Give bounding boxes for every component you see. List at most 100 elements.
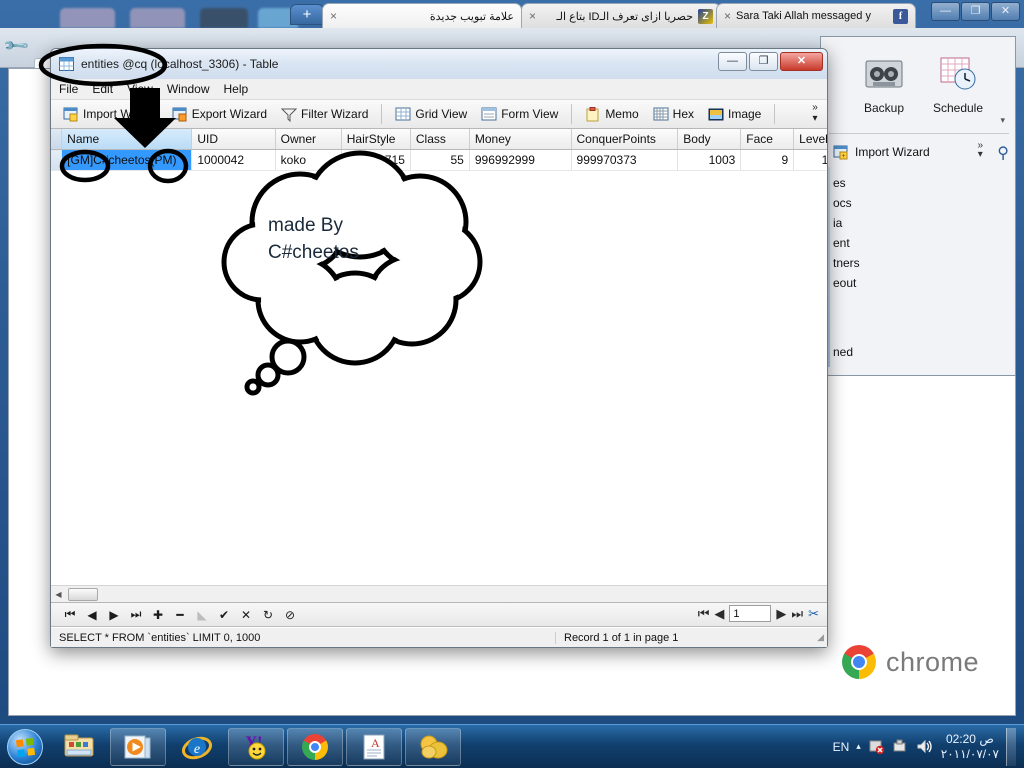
clock[interactable]: 02:20 ص ٢٠١١/٠٧/٠٧	[941, 732, 999, 762]
action-center-icon[interactable]	[892, 739, 909, 754]
column-header-conquerpoints[interactable]: ConquerPoints	[571, 129, 679, 150]
list-item[interactable]: tners	[833, 253, 953, 273]
cell-face[interactable]: 9	[740, 149, 795, 171]
grid-view-button[interactable]: Grid View	[389, 105, 473, 124]
scrollbar-track[interactable]	[98, 588, 827, 601]
menu-edit[interactable]: Edit	[92, 82, 113, 96]
filter-wizard-button[interactable]: Filter Wizard	[275, 105, 374, 124]
taskbar-item-yahoo-messenger[interactable]: Y!	[228, 727, 284, 766]
taskbar-item-document[interactable]: A	[346, 727, 402, 766]
language-indicator[interactable]: EN	[833, 740, 850, 754]
menu-view[interactable]: View	[127, 82, 153, 96]
tab-close-icon[interactable]: ×	[529, 9, 536, 23]
table-close-button[interactable]: ✕	[780, 52, 823, 71]
cell-hairstyle[interactable]: 715	[341, 149, 411, 171]
page-number-input[interactable]: 1	[729, 605, 772, 622]
add-record-button[interactable]: ✚	[147, 608, 169, 622]
memo-button[interactable]: Memo	[579, 105, 644, 124]
column-header-money[interactable]: Money	[469, 129, 572, 150]
column-header-body[interactable]: Body	[677, 129, 742, 150]
search-icon[interactable]: ⚲	[997, 143, 1009, 163]
table-window-title: entities @cq (localhost_3306) - Table	[81, 57, 279, 71]
data-grid[interactable]: Name UID Owner HairStyle Class Money Con…	[51, 129, 827, 603]
cell-conquerpoints[interactable]: 999970373	[571, 149, 679, 171]
tab-close-icon[interactable]: ×	[724, 9, 731, 23]
network-error-icon[interactable]	[868, 739, 885, 754]
last-record-button[interactable]: ⏭	[125, 607, 147, 622]
toolbar-overflow-button[interactable]: » ▾	[808, 102, 822, 124]
browser-tab-facebook-message[interactable]: × Sara Taki Allah messaged y f	[716, 3, 916, 28]
confirm-button[interactable]: ✔	[213, 608, 235, 622]
schedule-button[interactable]: Schedule	[929, 55, 987, 115]
menu-file[interactable]: File	[59, 82, 78, 96]
ribbon-collapse-chevron-icon[interactable]: ▾	[1000, 115, 1005, 126]
hex-button[interactable]: Hex	[647, 105, 700, 124]
table-restore-button[interactable]: ❐	[749, 52, 778, 71]
cell-uid[interactable]: 1000042	[191, 149, 276, 171]
cell-level[interactable]: 14	[793, 149, 827, 171]
browser-close-button[interactable]: ✕	[991, 2, 1020, 21]
refresh-button[interactable]: ↻	[257, 608, 279, 622]
horizontal-scrollbar[interactable]: ◀	[51, 585, 827, 602]
column-header-face[interactable]: Face	[740, 129, 795, 150]
export-wizard-button[interactable]: Export Wizard	[166, 105, 273, 124]
list-item[interactable]: eout	[833, 273, 953, 293]
wrench-icon[interactable]: 🔧	[2, 31, 31, 60]
next-page-button[interactable]: ▶	[776, 606, 786, 622]
column-header-level[interactable]: Level	[793, 129, 827, 150]
first-record-button[interactable]: ⏮	[59, 607, 81, 622]
tab-close-icon[interactable]: ×	[330, 9, 337, 23]
taskbar-item-navicat[interactable]	[405, 727, 461, 766]
column-header-owner[interactable]: Owner	[275, 129, 342, 150]
new-tab-button[interactable]: +	[290, 4, 324, 25]
first-page-button[interactable]: ⏮	[698, 606, 710, 622]
list-item[interactable]: es	[833, 173, 953, 193]
list-item[interactable]: ia	[833, 213, 953, 233]
cell-name[interactable]: [GM]C#cheetos(PM)	[61, 149, 193, 171]
show-desktop-button[interactable]	[1006, 727, 1016, 766]
browser-minimize-button[interactable]: —	[931, 2, 960, 21]
scrollbar-thumb[interactable]	[68, 587, 98, 601]
row-marker-cell[interactable]	[51, 149, 63, 171]
table-row[interactable]: [GM]C#cheetos(PM) 1000042 koko 715 55 99…	[51, 149, 827, 171]
volume-icon[interactable]	[916, 739, 934, 754]
cancel-button[interactable]: ✕	[235, 608, 257, 622]
cell-class[interactable]: 55	[410, 149, 470, 171]
resize-grip-icon[interactable]: ◢	[813, 632, 827, 643]
taskbar-item-chrome[interactable]	[287, 727, 343, 766]
column-header-name[interactable]: Name	[61, 129, 193, 150]
taskbar-item-media-player[interactable]	[110, 727, 166, 766]
start-button[interactable]	[2, 727, 48, 767]
tools-icon[interactable]: ✂	[808, 606, 819, 622]
list-item[interactable]: ent	[833, 233, 953, 253]
backup-button[interactable]: Backup	[855, 55, 913, 115]
previous-page-button[interactable]: ◀	[714, 606, 724, 622]
cell-body[interactable]: 1003	[677, 149, 742, 171]
stop-button[interactable]: ⊘	[279, 608, 301, 622]
image-button[interactable]: Image	[702, 105, 767, 124]
toolbar-overflow-button[interactable]: » ▾	[977, 141, 983, 160]
menu-window[interactable]: Window	[167, 82, 210, 96]
column-header-uid[interactable]: UID	[191, 129, 276, 150]
tray-expand-chevron-icon[interactable]: ▴	[856, 741, 861, 752]
column-header-class[interactable]: Class	[410, 129, 470, 150]
scroll-left-arrow-icon[interactable]: ◀	[51, 590, 66, 599]
delete-record-button[interactable]: ━	[169, 608, 191, 622]
taskbar-item-explorer[interactable]	[51, 728, 107, 766]
form-view-button[interactable]: Form View	[475, 105, 564, 124]
previous-record-button[interactable]: ◀	[81, 608, 103, 622]
browser-tab-new-tab[interactable]: علامة تبويب جديدة ×	[322, 3, 522, 28]
browser-tab-arabic-id-guide[interactable]: Z حصريا ازاى تعرف الـID بتاع الـ ×	[521, 3, 721, 28]
cell-money[interactable]: 996992999	[469, 149, 572, 171]
taskbar-item-internet-explorer[interactable]: e	[169, 728, 225, 766]
next-record-button[interactable]: ▶	[103, 608, 125, 622]
import-wizard-icon: +	[833, 145, 848, 160]
column-header-hairstyle[interactable]: HairStyle	[341, 129, 411, 150]
list-item[interactable]: ocs	[833, 193, 953, 213]
browser-maximize-button[interactable]: ❐	[961, 2, 990, 21]
import-wizard-button[interactable]: Import Wizard	[57, 105, 164, 124]
last-page-button[interactable]: ⏭	[791, 606, 803, 622]
cell-owner[interactable]: koko	[275, 149, 342, 171]
table-minimize-button[interactable]: —	[718, 52, 747, 71]
menu-help[interactable]: Help	[224, 82, 249, 96]
